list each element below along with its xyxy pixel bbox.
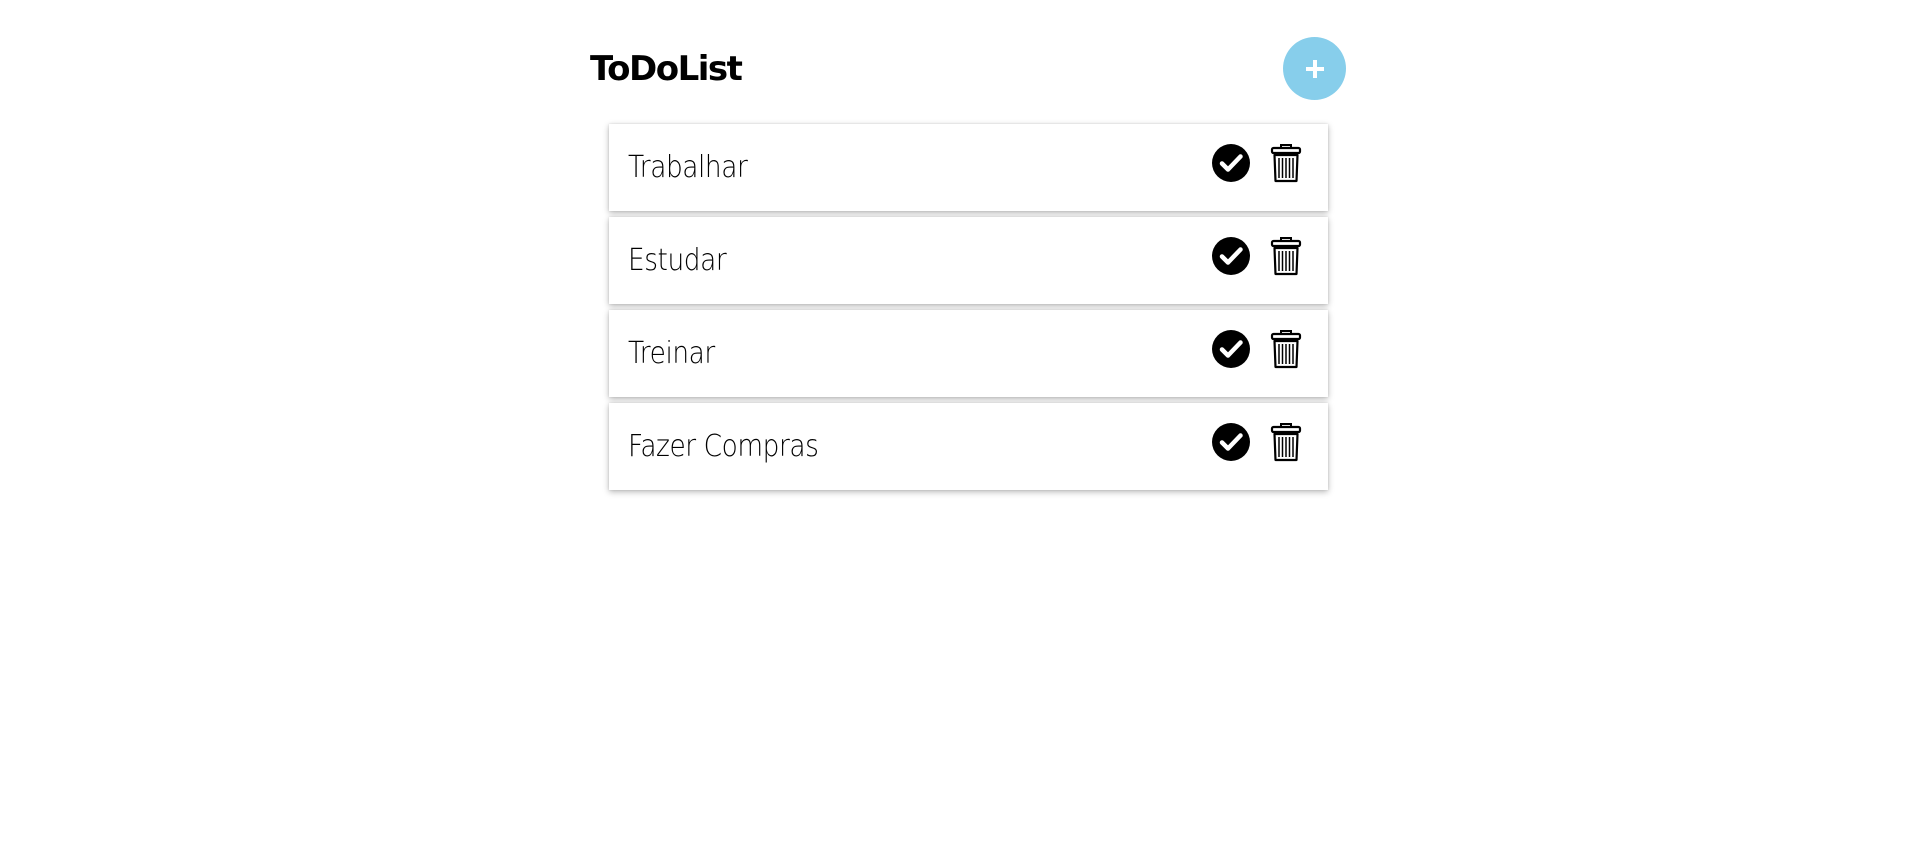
plus-icon: [1304, 58, 1326, 80]
list-item: Fazer Compras: [609, 403, 1328, 490]
trash-icon: [1270, 329, 1302, 369]
check-circle-icon: [1212, 423, 1250, 461]
todo-app: ToDoList Trabalhar Estudar Treinar Fazer…: [590, 37, 1355, 490]
header: ToDoList: [590, 37, 1355, 100]
check-circle-icon: [1212, 330, 1250, 368]
trash-icon: [1270, 236, 1302, 276]
task-text: Fazer Compras: [628, 429, 819, 464]
complete-task-button[interactable]: [1212, 144, 1250, 182]
task-text: Treinar: [628, 336, 715, 371]
task-text: Estudar: [628, 243, 727, 278]
task-text: Trabalhar: [628, 150, 748, 185]
delete-task-button[interactable]: [1270, 143, 1302, 183]
list-item: Estudar: [609, 217, 1328, 304]
add-task-button[interactable]: [1283, 37, 1346, 100]
delete-task-button[interactable]: [1270, 329, 1302, 369]
task-list: Trabalhar Estudar Treinar Fazer Compras: [609, 124, 1328, 490]
list-item: Trabalhar: [609, 124, 1328, 211]
list-item: Treinar: [609, 310, 1328, 397]
complete-task-button[interactable]: [1212, 237, 1250, 275]
delete-task-button[interactable]: [1270, 422, 1302, 462]
page-title: ToDoList: [590, 49, 743, 89]
trash-icon: [1270, 422, 1302, 462]
trash-icon: [1270, 143, 1302, 183]
check-circle-icon: [1212, 144, 1250, 182]
check-circle-icon: [1212, 237, 1250, 275]
delete-task-button[interactable]: [1270, 236, 1302, 276]
complete-task-button[interactable]: [1212, 330, 1250, 368]
complete-task-button[interactable]: [1212, 423, 1250, 461]
